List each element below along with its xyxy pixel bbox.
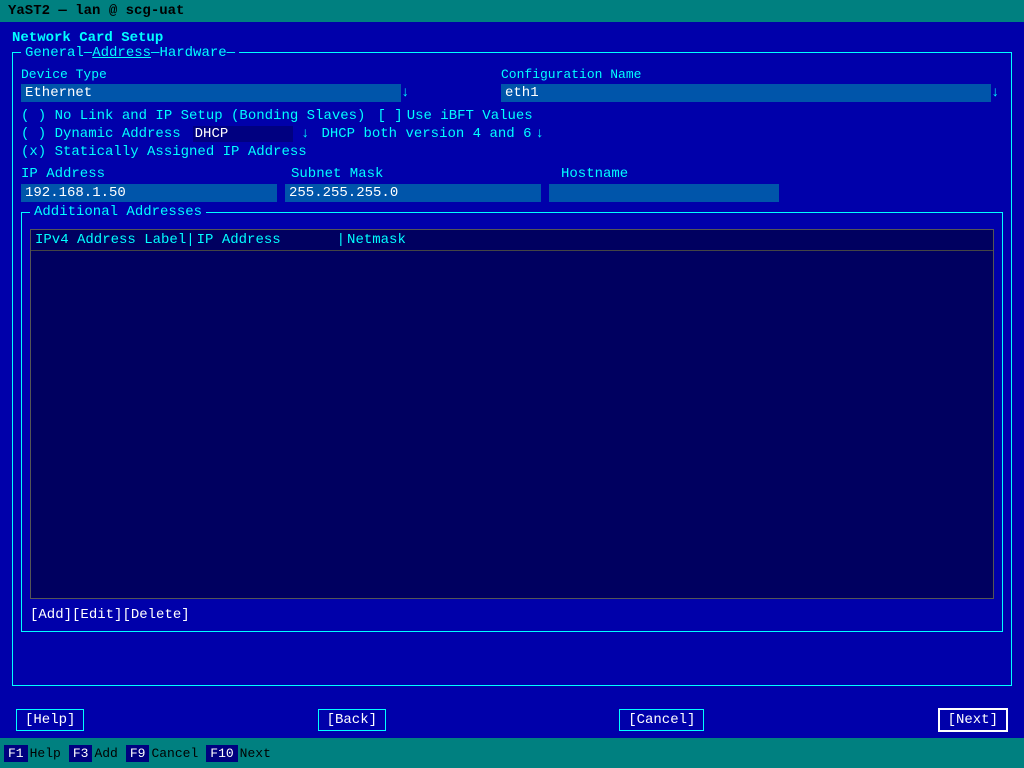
delete-button[interactable]: [Delete] (122, 607, 189, 623)
hostname-input[interactable] (549, 184, 779, 202)
edit-button[interactable]: [Edit] (72, 607, 122, 623)
dhcp-input-wrap: ↓ (193, 126, 310, 142)
nav-bar: [Help] [Back] [Cancel] [Next] (0, 702, 1024, 738)
fkey-bar: F1 Help F3 Add F9 Cancel F10 Next (0, 738, 1024, 768)
action-buttons: [Add] [Edit] [Delete] (30, 607, 190, 623)
table-header: IPv4 Address Label | IP Address | Netmas… (31, 230, 993, 251)
help-button[interactable]: [Help] (16, 709, 84, 731)
tab-hardware[interactable]: Hardware (159, 45, 226, 61)
f10-key[interactable]: F10 (206, 745, 237, 762)
device-type-input[interactable] (21, 84, 401, 102)
table-body (31, 251, 993, 593)
dhcp-desc-arrow: ↓ (536, 126, 544, 142)
f3-label: Add (94, 746, 117, 761)
col-ipaddr: IP Address (197, 232, 337, 248)
ibft-label: Use iBFT Values (407, 108, 533, 124)
no-link-radio[interactable]: ( ) No Link and IP Setup (Bonding Slaves… (21, 108, 365, 124)
device-type-arrow[interactable]: ↓ (401, 85, 409, 101)
address-table: IPv4 Address Label | IP Address | Netmas… (30, 229, 994, 599)
back-button[interactable]: [Back] (318, 709, 386, 731)
ip-label: IP Address (21, 166, 291, 182)
ip-inputs-row (21, 184, 1003, 202)
panel: General — Address — Hardware — Device Ty… (12, 52, 1012, 686)
config-name-arrow[interactable]: ↓ (991, 85, 999, 101)
subnet-mask-input[interactable] (285, 184, 541, 202)
dhcp-input[interactable] (193, 126, 293, 142)
tab-bar: General — Address — Hardware — (21, 45, 239, 61)
no-link-radio-row: ( ) No Link and IP Setup (Bonding Slaves… (21, 108, 1003, 124)
device-type-label: Device Type (21, 67, 441, 82)
static-radio-row: (x) Statically Assigned IP Address (21, 144, 1003, 160)
ip-address-input[interactable] (21, 184, 277, 202)
main-content: Network Card Setup General — Address — H… (0, 22, 1024, 702)
cancel-button[interactable]: [Cancel] (619, 709, 704, 731)
config-name-input[interactable] (501, 84, 991, 102)
tab-address[interactable]: Address (92, 45, 151, 61)
f1-label: Help (30, 746, 61, 761)
device-type-section: Device Type ↓ (21, 67, 441, 102)
dynamic-radio-row: ( ) Dynamic Address ↓ DHCP both version … (21, 126, 1003, 142)
tab-general[interactable]: General (25, 45, 84, 61)
f9-label: Cancel (151, 746, 198, 761)
title-bar: YaST2 — lan @ scg-uat (0, 0, 1024, 22)
mask-label: Subnet Mask (291, 166, 561, 182)
col-ipv4label: IPv4 Address Label (35, 232, 186, 248)
dhcp-arrow[interactable]: ↓ (301, 126, 309, 142)
hostname-label: Hostname (561, 166, 761, 182)
static-radio[interactable]: (x) Statically Assigned IP Address (21, 144, 307, 160)
ibft-checkbox[interactable]: [ ] (377, 108, 402, 124)
f3-key[interactable]: F3 (69, 745, 93, 762)
tab-sep1: — (84, 45, 92, 61)
config-name-label: Configuration Name (501, 67, 999, 82)
additional-legend: Additional Addresses (30, 204, 206, 220)
add-button[interactable]: [Add] (30, 607, 72, 623)
tab-sep3: — (227, 45, 235, 61)
f10-label: Next (240, 746, 271, 761)
title-text: YaST2 — lan @ scg-uat (8, 3, 184, 19)
page-title: Network Card Setup (12, 30, 1012, 46)
col-sep1: | (186, 232, 194, 248)
dynamic-radio[interactable]: ( ) Dynamic Address (21, 126, 181, 142)
col-netmask: Netmask (347, 232, 447, 248)
additional-addresses-panel: Additional Addresses IPv4 Address Label … (21, 212, 1003, 632)
ip-labels-row: IP Address Subnet Mask Hostname (21, 166, 1003, 182)
f1-key[interactable]: F1 (4, 745, 28, 762)
device-config-row: Device Type ↓ Configuration Name ↓ (21, 67, 1003, 102)
config-name-section: Configuration Name ↓ (501, 67, 999, 102)
col-sep2: | (337, 232, 345, 248)
dhcp-desc: DHCP both version 4 and 6 (321, 126, 531, 142)
f9-key[interactable]: F9 (126, 745, 150, 762)
next-button[interactable]: [Next] (938, 708, 1008, 732)
tab-sep2: — (151, 45, 159, 61)
